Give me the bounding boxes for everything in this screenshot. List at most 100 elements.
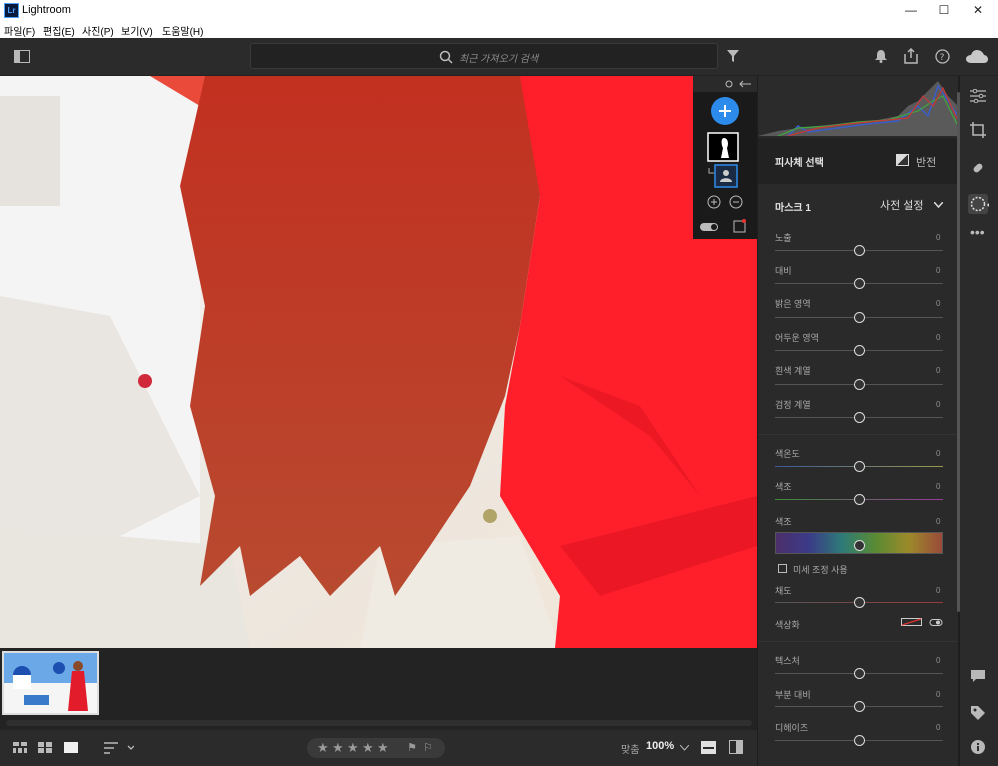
slider-value-whites[interactable]: 0 <box>936 366 940 375</box>
photo-canvas[interactable] <box>0 76 757 648</box>
slider-value-blacks[interactable]: 0 <box>936 400 940 409</box>
top-toolbar: 최근 가져오기 검색 ? <box>0 38 998 76</box>
zoom-chevron-icon[interactable] <box>680 745 689 751</box>
filmstrip-thumbnail[interactable] <box>2 651 99 715</box>
dehaze-slider-knob[interactable] <box>854 735 865 746</box>
menu-help[interactable]: 도움말(H) <box>162 23 203 38</box>
more-options-icon[interactable]: ••• <box>970 224 985 240</box>
grid-view-icon[interactable] <box>13 742 27 753</box>
histogram-graph <box>758 81 958 137</box>
search-placeholder: 최근 가져오기 검색 <box>459 54 539 65</box>
slider-label-saturation: 채도 <box>775 586 792 596</box>
masking-icon[interactable] <box>968 194 990 214</box>
window-title: Lightroom <box>22 4 71 16</box>
star-5-icon[interactable]: ★ <box>377 740 389 756</box>
thumbnail-image <box>4 653 97 713</box>
zoom-fit-label[interactable]: 맞춤 <box>621 741 639 756</box>
subject-select-title: 피사체 선택 <box>775 158 824 169</box>
menu-file[interactable]: 파일(F) <box>4 23 35 38</box>
reject-flag-icon[interactable]: ⚐ <box>423 741 433 754</box>
bottom-toolbar: ★ ★ ★ ★ ★ ⚑ ⚐ 맞춤 100% <box>0 730 757 766</box>
lightroom-logo-icon: Lr <box>4 3 19 18</box>
close-button[interactable]: ✕ <box>963 2 993 18</box>
saturation-slider-knob[interactable] <box>854 597 865 608</box>
slider-value-shadows[interactable]: 0 <box>936 333 940 342</box>
invert-button[interactable]: 반전 <box>916 154 936 170</box>
healing-icon[interactable] <box>970 160 986 176</box>
filmstrip <box>0 648 757 730</box>
cloud-icon[interactable] <box>966 50 988 64</box>
search-icon <box>439 50 453 64</box>
sort-icon[interactable] <box>104 742 134 754</box>
contrast-slider-knob[interactable] <box>854 278 865 289</box>
invert-icon[interactable] <box>896 154 909 166</box>
pick-flag-icon[interactable]: ⚑ <box>407 741 417 754</box>
mask-header: 마스크 1 사전 설정 <box>758 186 958 220</box>
edit-panel: 피사체 선택 반전 마스크 1 사전 설정 노출 0 대비 0 밝은 영역 0 … <box>758 76 958 766</box>
star-3-icon[interactable]: ★ <box>347 740 359 756</box>
svg-text:?: ? <box>940 53 945 63</box>
minimize-button[interactable]: — <box>896 2 926 18</box>
slider-value-highlights[interactable]: 0 <box>936 299 940 308</box>
square-grid-icon[interactable] <box>38 742 52 753</box>
slider-value-texture[interactable]: 0 <box>936 656 940 665</box>
comment-icon[interactable] <box>971 670 985 683</box>
menu-photo[interactable]: 사진(P) <box>82 23 114 38</box>
slider-value-hue[interactable]: 0 <box>936 517 940 526</box>
subject-select-header: 피사체 선택 반전 <box>758 138 958 184</box>
masks-panel-graphics <box>693 76 757 233</box>
slider-value-dehaze[interactable]: 0 <box>936 723 940 732</box>
zoom-value[interactable]: 100% <box>646 740 674 752</box>
preset-dropdown[interactable]: 사전 설정 <box>880 197 924 213</box>
search-box[interactable]: 최근 가져오기 검색 <box>250 43 718 69</box>
slider-label-dehaze: 디헤이즈 <box>775 723 809 733</box>
highlights-slider-knob[interactable] <box>854 312 865 323</box>
bell-icon[interactable] <box>875 50 887 63</box>
share-icon[interactable] <box>904 48 918 64</box>
slider-value-saturation[interactable]: 0 <box>936 586 940 595</box>
slider-value-clarity[interactable]: 0 <box>936 690 940 699</box>
slider-label-contrast: 대비 <box>775 266 792 276</box>
texture-slider-knob[interactable] <box>854 668 865 679</box>
filter-icon[interactable] <box>727 50 739 63</box>
masks-panel <box>693 76 757 239</box>
panel-toggle-icon[interactable] <box>14 50 30 63</box>
blacks-slider-knob[interactable] <box>854 412 865 423</box>
rating-flag-bar: ★ ★ ★ ★ ★ ⚑ ⚐ <box>307 738 445 758</box>
slider-label-clarity: 부분 대비 <box>775 690 811 700</box>
whites-slider-knob[interactable] <box>854 379 865 390</box>
maximize-button[interactable]: ☐ <box>929 2 959 18</box>
exposure-slider-knob[interactable] <box>854 245 865 256</box>
edit-sliders-icon[interactable] <box>970 89 986 103</box>
colorize-label: 색상화 <box>775 620 800 630</box>
fine-tune-checkbox[interactable] <box>778 564 787 573</box>
preset-chevron-icon[interactable] <box>934 202 943 208</box>
clarity-slider-knob[interactable] <box>854 701 865 712</box>
star-4-icon[interactable]: ★ <box>362 740 374 756</box>
crop-icon[interactable] <box>970 122 986 138</box>
menu-edit[interactable]: 편집(E) <box>43 23 75 38</box>
menu-view[interactable]: 보기(V) <box>121 23 153 38</box>
slider-label-highlights: 밝은 영역 <box>775 299 811 309</box>
fine-tune-label: 미세 조정 사용 <box>793 565 848 575</box>
slider-value-exposure[interactable]: 0 <box>936 233 940 242</box>
detail-view-icon[interactable] <box>64 742 78 753</box>
slider-value-contrast[interactable]: 0 <box>936 266 940 275</box>
star-1-icon[interactable]: ★ <box>317 740 329 756</box>
split-view-icon[interactable] <box>729 740 743 754</box>
help-icon[interactable]: ? <box>935 49 950 64</box>
tag-icon[interactable] <box>971 706 985 720</box>
menu-bar: 파일(F) 편집(E) 사진(P) 보기(V) 도움말(H) <box>0 20 998 38</box>
info-icon[interactable] <box>971 740 985 754</box>
slider-label-texture: 텍스처 <box>775 656 800 666</box>
star-2-icon[interactable]: ★ <box>332 740 344 756</box>
shadows-slider-knob[interactable] <box>854 345 865 356</box>
slider-value-temperature[interactable]: 0 <box>936 449 940 458</box>
filmstrip-scrollbar[interactable] <box>6 720 752 726</box>
slider-value-tint[interactable]: 0 <box>936 482 940 491</box>
colorize-swatch-toggle[interactable] <box>901 617 943 628</box>
temperature-slider-knob[interactable] <box>854 461 865 472</box>
compare-view-icon[interactable] <box>701 741 716 754</box>
tint-slider-knob[interactable] <box>854 494 865 505</box>
hue-slider-knob[interactable] <box>854 540 865 551</box>
